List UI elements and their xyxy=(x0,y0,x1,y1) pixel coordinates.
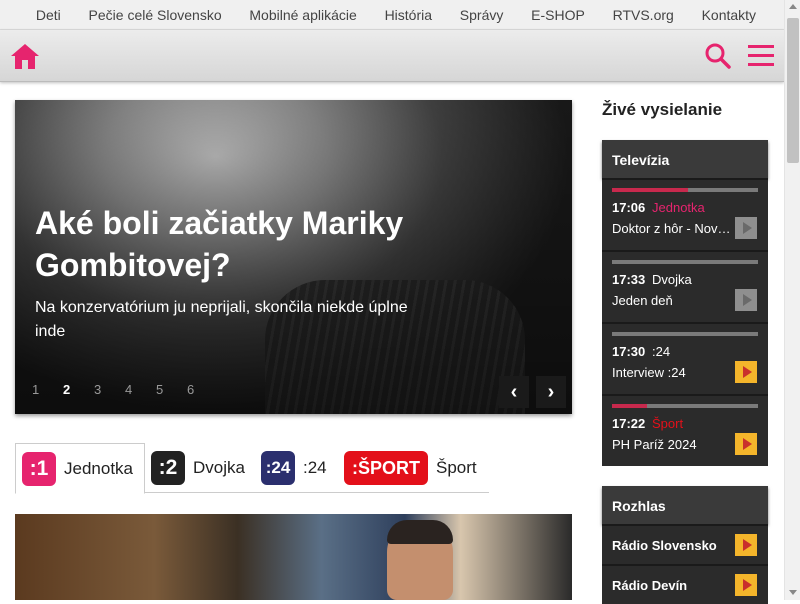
topnav-link-pecie[interactable]: Pečie celé Slovensko xyxy=(89,7,222,23)
live-broadcast-title: Živé vysielanie xyxy=(602,100,723,119)
scrollbar[interactable] xyxy=(784,0,800,600)
topnav-link-mobile-apps[interactable]: Mobilné aplikácie xyxy=(249,7,356,23)
pager-dot-active[interactable]: 2 xyxy=(58,382,89,397)
pager-dot[interactable]: 4 xyxy=(120,382,151,397)
search-icon[interactable] xyxy=(704,42,732,70)
scroll-down-icon[interactable] xyxy=(789,590,797,595)
program-progress xyxy=(612,260,758,264)
hero-subtitle: Na konzervatórium ju neprijali, skončila… xyxy=(35,299,408,340)
tab-dvojka[interactable]: :2 Dvojka xyxy=(151,443,255,493)
article-thumbnail[interactable] xyxy=(15,514,572,600)
channel-tabs: :1 Jednotka :2 Dvojka :24 :24 :ŠPORT Špo… xyxy=(15,443,489,494)
program-title: Jeden deň xyxy=(612,293,673,308)
scrollbar-thumb[interactable] xyxy=(787,18,799,163)
program-item[interactable]: 17:06 Jednotka Doktor z hôr - Nov… xyxy=(602,178,768,250)
program-item[interactable]: 17:22 Šport PH Paríž 2024 xyxy=(602,394,768,466)
chevron-left-icon: ‹ xyxy=(510,380,518,403)
top-navigation: Deti Pečie celé Slovensko Mobilné apliká… xyxy=(0,0,784,30)
program-title: PH Paríž 2024 xyxy=(612,437,697,452)
pager-dot[interactable]: 6 xyxy=(182,382,213,397)
hero-slider[interactable]: Aké boli začiatky Mariky Gombitovej? Na … xyxy=(15,100,572,414)
topnav-link-kontakty[interactable]: Kontakty xyxy=(702,7,756,23)
program-progress xyxy=(612,332,758,336)
home-icon[interactable] xyxy=(10,42,40,70)
program-time: 17:30 xyxy=(612,344,646,359)
tab-jednotka[interactable]: :1 Jednotka xyxy=(15,443,145,494)
tab-label: :24 xyxy=(303,458,327,477)
24-logo: :24 xyxy=(261,451,295,485)
chevron-right-icon: › xyxy=(547,380,555,403)
program-time: 17:33 xyxy=(612,272,646,287)
program-time: 17:06 xyxy=(612,200,646,215)
site-header xyxy=(0,30,784,82)
program-progress xyxy=(612,188,758,192)
hero-title[interactable]: Aké boli začiatky Mariky Gombitovej? xyxy=(35,202,455,286)
radio-station-name: Rádio Devín xyxy=(612,578,688,593)
tv-panel-heading: Televízia xyxy=(602,140,768,178)
tab-label: Jednotka xyxy=(64,458,133,478)
topnav-link-rtvs[interactable]: RTVS.org xyxy=(613,7,674,23)
radio-station-name: Rádio Slovensko xyxy=(612,538,717,553)
tv-panel: Televízia 17:06 Jednotka Doktor z hôr - … xyxy=(602,140,768,466)
play-icon[interactable] xyxy=(735,217,757,239)
program-channel: Šport xyxy=(652,416,684,431)
pager-dot[interactable]: 3 xyxy=(89,382,120,397)
play-icon[interactable] xyxy=(735,534,757,556)
pager-dot[interactable]: 1 xyxy=(27,382,58,397)
program-item[interactable]: 17:30 :24 Interview :24 xyxy=(602,322,768,394)
program-time: 17:22 xyxy=(612,416,646,431)
play-icon[interactable] xyxy=(735,361,757,383)
scroll-up-icon[interactable] xyxy=(789,4,797,9)
jednotka-logo: :1 xyxy=(22,451,56,486)
pager-dot[interactable]: 5 xyxy=(151,382,182,397)
topnav-link-spravy[interactable]: Správy xyxy=(460,7,504,23)
program-channel: Dvojka xyxy=(652,272,692,287)
slider-next-button[interactable]: › xyxy=(536,376,566,408)
radio-panel-heading: Rozhlas xyxy=(602,486,768,524)
program-item[interactable]: 17:33 Dvojka Jeden deň xyxy=(602,250,768,322)
slider-pager: 1 2 3 4 5 6 xyxy=(27,382,213,397)
program-title: Interview :24 xyxy=(612,365,686,380)
play-icon[interactable] xyxy=(735,574,757,596)
topnav-link-deti[interactable]: Deti xyxy=(36,7,61,23)
program-title: Doktor z hôr - Nov… xyxy=(612,221,731,236)
tab-label: Dvojka xyxy=(193,458,245,477)
menu-icon[interactable] xyxy=(747,43,775,69)
program-channel: Jednotka xyxy=(652,200,705,215)
dvojka-logo: :2 xyxy=(151,451,185,485)
sport-logo: :ŠPORT xyxy=(344,451,428,485)
topnav-link-historia[interactable]: História xyxy=(385,7,432,23)
tab-label: Šport xyxy=(436,458,477,477)
slider-prev-button[interactable]: ‹ xyxy=(499,376,529,408)
play-icon[interactable] xyxy=(735,433,757,455)
radio-station-item[interactable]: Rádio Slovensko xyxy=(602,524,768,564)
radio-panel: Rozhlas Rádio Slovensko Rádio Devín xyxy=(602,486,768,604)
play-icon[interactable] xyxy=(735,289,757,311)
radio-station-item[interactable]: Rádio Devín xyxy=(602,564,768,604)
program-channel: :24 xyxy=(652,344,671,359)
topnav-link-eshop[interactable]: E-SHOP xyxy=(531,7,585,23)
tab-24[interactable]: :24 :24 xyxy=(261,443,339,493)
tab-sport[interactable]: :ŠPORT Šport xyxy=(344,443,489,493)
program-progress xyxy=(612,404,758,408)
